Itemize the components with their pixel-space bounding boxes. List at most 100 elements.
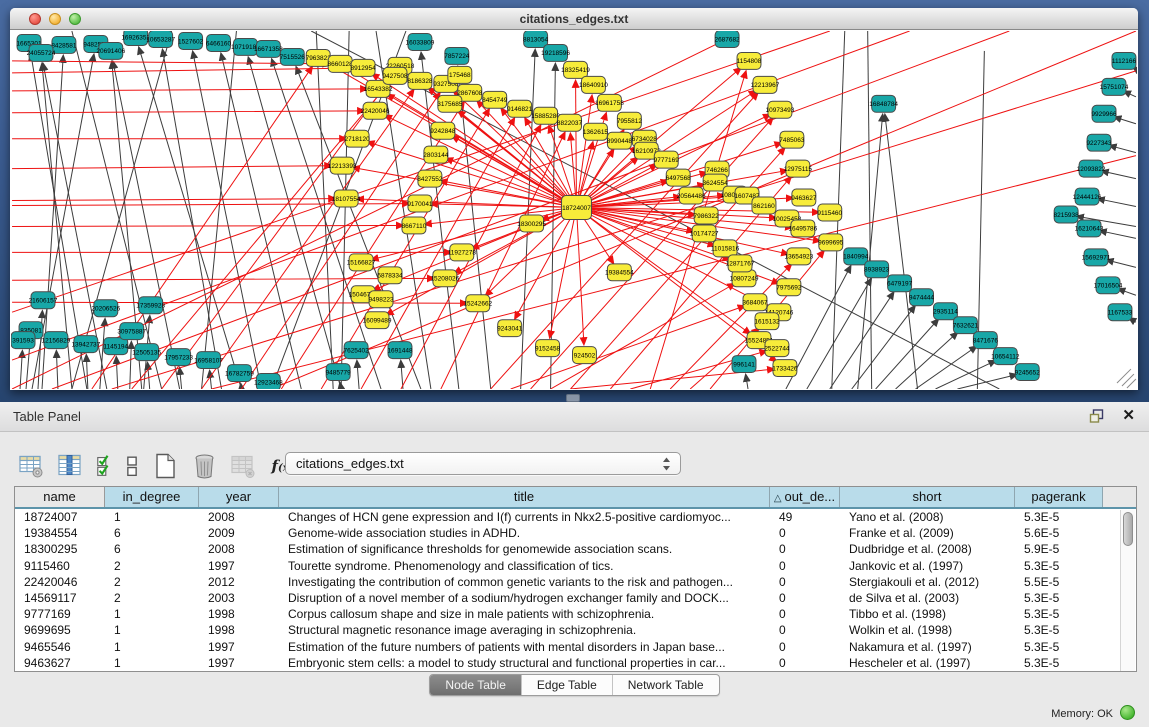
column-header-short[interactable]: short (840, 487, 1015, 507)
delete-attribute-trash-icon[interactable] (191, 452, 218, 480)
table-cell[interactable]: 2003 (199, 590, 279, 606)
column-header-title[interactable]: title (279, 487, 770, 507)
network-node[interactable]: 19218596 (541, 44, 570, 61)
network-node[interactable]: 2803144 (423, 146, 449, 163)
table-cell[interactable]: 19384554 (15, 525, 105, 541)
network-node[interactable]: 2935114 (933, 303, 958, 320)
close-panel-icon[interactable]: ✕ (1122, 406, 1135, 424)
column-header-year[interactable]: year (199, 487, 279, 507)
network-node[interactable]: 7955812 (617, 112, 643, 129)
table-cell[interactable]: 0 (770, 622, 840, 638)
table-cell[interactable]: 5.3E-5 (1015, 590, 1103, 606)
table-scrollbar-thumb[interactable] (1123, 512, 1133, 546)
table-cell[interactable]: 9115460 (15, 558, 105, 574)
network-node[interactable]: 9152458 (535, 340, 561, 357)
network-node[interactable]: 21606157 (29, 292, 58, 309)
network-node[interactable]: 1167533 (1108, 304, 1133, 321)
network-node[interactable]: 7986322 (694, 207, 720, 224)
table-cell[interactable]: Jankovic et al. (1997) (840, 558, 1015, 574)
table-column-icon[interactable] (57, 452, 84, 480)
table-cell[interactable]: 1 (105, 509, 199, 525)
network-node[interactable]: 12213967 (751, 76, 780, 93)
network-node[interactable]: 8912954 (350, 59, 376, 76)
network-node[interactable]: 18640910 (579, 76, 608, 93)
tab-network-table[interactable]: Network Table (613, 675, 719, 695)
table-cell[interactable]: 1998 (199, 622, 279, 638)
network-node[interactable]: 10973493 (766, 101, 795, 118)
table-cell[interactable]: Nakamura et al. (1997) (840, 639, 1015, 655)
network-node[interactable]: 9485779 (326, 364, 352, 381)
table-cell[interactable]: 5.5E-5 (1015, 574, 1103, 590)
network-node[interactable]: 1615132 (754, 313, 780, 330)
column-header-out-de-[interactable]: △out_de... (770, 487, 840, 507)
table-row[interactable]: 977716911998Corpus callosum shape and si… (15, 606, 1136, 622)
column-header-name[interactable]: name (15, 487, 105, 507)
table-cell[interactable]: 18300295 (15, 541, 105, 557)
network-node[interactable]: 1112166 (1112, 52, 1137, 69)
tab-edge-table[interactable]: Edge Table (522, 675, 613, 695)
rows-icon[interactable] (124, 452, 140, 480)
network-node[interactable]: 9427508 (382, 67, 408, 84)
table-cell[interactable]: 18724007 (15, 509, 105, 525)
network-node[interactable]: 12505135 (132, 344, 161, 361)
network-node[interactable]: 16099489 (363, 312, 392, 329)
network-node[interactable]: 1154808 (737, 52, 762, 69)
table-cell[interactable]: 5.3E-5 (1015, 558, 1103, 574)
network-node[interactable]: 30975887 (117, 323, 146, 340)
network-node[interactable]: 8427552 (417, 170, 443, 187)
network-node[interactable]: 16961758 (595, 94, 624, 111)
table-cell[interactable]: 1997 (199, 639, 279, 655)
zoom-window-button[interactable] (69, 13, 81, 25)
table-cell[interactable]: 22420046 (15, 574, 105, 590)
table-scrollbar[interactable] (1120, 510, 1135, 671)
table-cell[interactable]: 1 (105, 606, 199, 622)
table-cell[interactable]: Embryonic stem cells: a model to study s… (279, 655, 770, 671)
network-node[interactable]: 8813054 (523, 31, 549, 47)
table-cell[interactable]: 5.3E-5 (1015, 509, 1103, 525)
network-node[interactable]: 8454749 (482, 91, 508, 108)
table-row[interactable]: 911546021997Tourette syndrome. Phenomeno… (15, 558, 1136, 574)
network-hub-node[interactable]: 18724007 (562, 196, 592, 220)
table-cell[interactable]: 0 (770, 558, 840, 574)
network-node[interactable]: 1362615 (583, 123, 609, 140)
table-cell[interactable]: 5.3E-5 (1015, 655, 1103, 671)
network-node[interactable]: 7625402 (344, 342, 370, 359)
table-cell[interactable]: 9463627 (15, 655, 105, 671)
network-node[interactable]: 17016504 (1094, 277, 1123, 294)
network-node[interactable]: 1691448 (387, 342, 413, 359)
network-node[interactable]: 862160 (752, 197, 776, 214)
table-cell[interactable]: 9777169 (15, 606, 105, 622)
network-node[interactable]: 9243041 (497, 320, 523, 337)
table-cell[interactable]: 2008 (199, 509, 279, 525)
network-node[interactable]: 12444126 (1073, 188, 1102, 205)
network-node[interactable]: 6497568 (666, 169, 692, 186)
network-node[interactable]: 15166827 (347, 254, 376, 271)
table-row[interactable]: 946362711997Embryonic stem cells: a mode… (15, 655, 1136, 671)
table-cell[interactable]: Investigating the contribution of common… (279, 574, 770, 590)
select-attributes-icon[interactable] (96, 452, 112, 480)
network-node[interactable]: 391593 (11, 332, 35, 349)
network-node[interactable]: 16958107 (194, 352, 223, 369)
network-node[interactable]: 20564486 (677, 187, 706, 204)
network-node[interactable]: 16495786 (788, 220, 817, 237)
table-cell[interactable]: Franke et al. (2009) (840, 525, 1015, 541)
network-node[interactable]: 3175685 (437, 95, 463, 112)
new-table-icon[interactable] (152, 452, 179, 480)
table-cell[interactable]: de Silva et al. (2003) (840, 590, 1015, 606)
table-row[interactable]: 2242004622012Investigating the contribut… (15, 574, 1136, 590)
table-cell[interactable]: Corpus callosum shape and size in male p… (279, 606, 770, 622)
network-node[interactable]: 8990448 (607, 132, 633, 149)
network-node[interactable]: 16210643 (1075, 220, 1104, 237)
network-node[interactable]: 6479197 (887, 275, 913, 292)
network-node[interactable]: 9699695 (818, 234, 844, 251)
table-settings-icon[interactable] (18, 452, 45, 480)
network-node[interactable]: 8667110 (402, 217, 427, 234)
table-cell[interactable]: Changes of HCN gene expression and I(f) … (279, 509, 770, 525)
network-node[interactable]: 15692971 (1082, 249, 1111, 266)
table-cell[interactable]: 2008 (199, 541, 279, 557)
network-node[interactable]: 2522744 (764, 340, 790, 357)
network-node[interactable]: 7515526 (280, 48, 306, 65)
network-node[interactable]: 175468 (448, 66, 472, 83)
table-cell[interactable]: Genome-wide association studies in ADHD. (279, 525, 770, 541)
table-row[interactable]: 1456911722003Disruption of a novel membe… (15, 590, 1136, 606)
